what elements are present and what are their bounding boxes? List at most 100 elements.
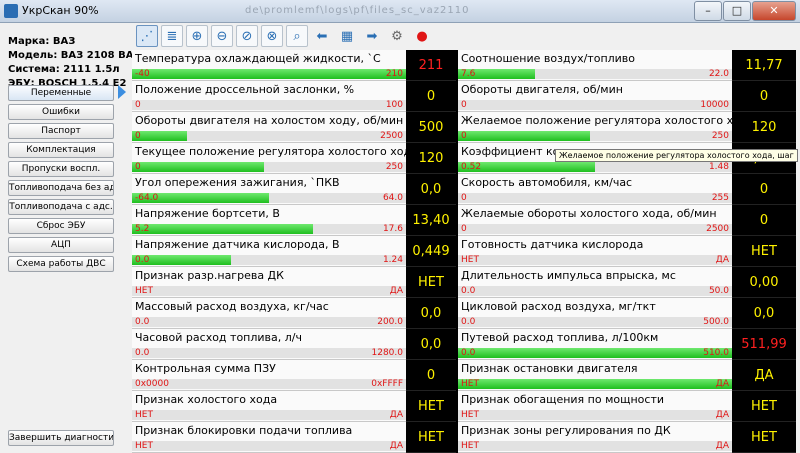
search-button[interactable]: ⌕ bbox=[286, 25, 308, 47]
range-min: 0.0 bbox=[135, 348, 150, 358]
parameter-row[interactable]: Напряжение бортсети, В 5.2 17.6 13,40 Желаем… bbox=[132, 205, 796, 236]
range-max: 250 bbox=[385, 162, 403, 172]
range-min: 0.0 bbox=[135, 317, 150, 327]
parameter-range-bar: НЕТ ДА bbox=[458, 441, 732, 451]
parameter-cell: Скорость автомобиля, км/час 0 255 bbox=[458, 174, 732, 205]
range-max: 1.24 bbox=[382, 255, 403, 265]
sidebar: Переменные Ошибки Паспорт Комплектация Пропу… bbox=[8, 85, 114, 275]
maximize-button[interactable]: □ bbox=[723, 1, 751, 21]
parameter-row[interactable]: Температура охлаждающей жидкости, `C -40 2… bbox=[132, 50, 796, 81]
active-section-arrow-icon bbox=[118, 85, 126, 99]
parameter-value: 500 bbox=[406, 112, 456, 143]
parameter-cell: Признак обогащения по мощности НЕТ ДА bbox=[458, 391, 732, 422]
parameter-range-bar: НЕТ ДА bbox=[132, 286, 406, 296]
parameter-row[interactable]: Массовый расход воздуха, кг/час 0.0 200.0 0… bbox=[132, 298, 796, 329]
parameter-range-bar: -40 210 bbox=[132, 69, 406, 79]
range-min: 0 bbox=[135, 100, 141, 110]
parameter-range-bar: 0 250 bbox=[458, 131, 732, 141]
close-button[interactable]: ✕ bbox=[752, 1, 796, 21]
range-max: 50.0 bbox=[708, 286, 729, 296]
parameter-range-bar: -64.0 64.0 bbox=[132, 193, 406, 203]
range-min: 7.6 bbox=[461, 69, 476, 79]
range-min: 0.0 bbox=[461, 348, 476, 358]
record-button[interactable]: ● bbox=[411, 25, 433, 47]
range-max: 100 bbox=[385, 100, 403, 110]
range-min: 0x0000 bbox=[135, 379, 169, 389]
range-min: НЕТ bbox=[461, 441, 479, 451]
table-button[interactable]: ▦ bbox=[336, 25, 358, 47]
sidebar-button[interactable]: Сброс ЭБУ bbox=[8, 218, 114, 234]
parameter-label: Напряжение бортсети, В bbox=[135, 207, 280, 220]
zoom-out-button[interactable]: ⊖ bbox=[211, 25, 233, 47]
sidebar-button[interactable]: Переменные bbox=[8, 85, 114, 101]
parameter-label: Напряжение датчика кислорода, В bbox=[135, 238, 340, 251]
chart-button[interactable]: ⋰ bbox=[136, 25, 158, 47]
zoom-in-icon: ⊕ bbox=[191, 28, 203, 44]
zoom-in-button[interactable]: ⊕ bbox=[186, 25, 208, 47]
range-max: 10000 bbox=[700, 100, 729, 110]
parameter-row[interactable]: Обороты двигателя на холостом ходу, об/м… bbox=[132, 112, 796, 143]
app-body: Марка: ВАЗ Модель: ВАЗ 2108 ВАЗ 210 Сист… bbox=[0, 23, 800, 453]
parameter-row[interactable]: Контрольная сумма ПЗУ 0x0000 0xFFFF 0 Призна… bbox=[132, 360, 796, 391]
parameter-cell: Температура охлаждающей жидкости, `C -40 2… bbox=[132, 50, 406, 81]
arrow-left-icon: ⬅ bbox=[316, 28, 328, 44]
parameter-row[interactable]: Признак блокировки подачи топлива НЕТ ДА НЕ… bbox=[132, 422, 796, 453]
range-fill bbox=[132, 69, 406, 79]
parameter-label: Контрольная сумма ПЗУ bbox=[135, 362, 276, 375]
parameter-row[interactable]: Положение дроссельной заслонки, % 0 100 0 Об… bbox=[132, 81, 796, 112]
range-min: 0 bbox=[135, 131, 141, 141]
parameter-range-bar: 5.2 17.6 bbox=[132, 224, 406, 234]
parameter-row[interactable]: Признак холостого хода НЕТ ДА НЕТ Признак об… bbox=[132, 391, 796, 422]
sidebar-button[interactable]: АЦП bbox=[8, 237, 114, 253]
parameter-range-bar: 0x0000 0xFFFF bbox=[132, 379, 406, 389]
parameter-row[interactable]: Часовой расход топлива, л/ч 0.0 1280.0 0,0 П… bbox=[132, 329, 796, 360]
parameter-value: НЕТ bbox=[406, 391, 456, 422]
parameter-value: 0 bbox=[406, 81, 456, 112]
parameter-value: ДА bbox=[732, 360, 796, 391]
parameter-range-bar: 0.0 1280.0 bbox=[132, 348, 406, 358]
parameter-value: НЕТ bbox=[406, 422, 456, 453]
parameter-range-bar: НЕТ ДА bbox=[458, 410, 732, 420]
list-button[interactable]: ≣ bbox=[161, 25, 183, 47]
parameter-cell: Соотношение воздух/топливо 7.6 22.0 bbox=[458, 50, 732, 81]
range-max: 2500 bbox=[380, 131, 403, 141]
parameter-label: Цикловой расход воздуха, мг/ткт bbox=[461, 300, 656, 313]
range-min: 0.52 bbox=[461, 162, 482, 172]
sidebar-button[interactable]: Пропуски воспл. bbox=[8, 161, 114, 177]
range-min: 0 bbox=[135, 162, 141, 172]
parameter-label: Положение дроссельной заслонки, % bbox=[135, 83, 355, 96]
parameter-range-bar: 7.6 22.0 bbox=[458, 69, 732, 79]
range-max: 0xFFFF bbox=[371, 379, 403, 389]
parameter-row[interactable]: Угол опережения зажигания, `ПКВ -64.0 64.0… bbox=[132, 174, 796, 205]
parameter-row[interactable]: Признак разр.нагрева ДК НЕТ ДА НЕТ Длительно… bbox=[132, 267, 796, 298]
parameter-cell: Готовность датчика кислорода НЕТ ДА bbox=[458, 236, 732, 267]
parameter-row[interactable]: Напряжение датчика кислорода, В 0.0 1.24 0,… bbox=[132, 236, 796, 267]
parameter-value: 0 bbox=[406, 360, 456, 391]
parameter-value: 0,0 bbox=[406, 298, 456, 329]
arrow-left-button[interactable]: ⬅ bbox=[311, 25, 333, 47]
sidebar-button[interactable]: Комплектация bbox=[8, 142, 114, 158]
app-icon bbox=[4, 4, 18, 18]
sidebar-button[interactable]: Топливоподача с адс. bbox=[8, 199, 114, 215]
parameter-label: Признак разр.нагрева ДК bbox=[135, 269, 284, 282]
parameter-range-bar: НЕТ ДА bbox=[132, 410, 406, 420]
sidebar-button[interactable]: Топливоподача без адс. bbox=[8, 180, 114, 196]
parameter-range-bar: НЕТ ДА bbox=[458, 379, 732, 389]
minimize-button[interactable]: – bbox=[694, 1, 722, 21]
range-max: ДА bbox=[715, 410, 729, 420]
zoom-fit-button[interactable]: ⊘ bbox=[236, 25, 258, 47]
range-fill bbox=[458, 131, 590, 141]
arrow-right-button[interactable]: ➡ bbox=[361, 25, 383, 47]
gear-button[interactable]: ⚙ bbox=[386, 25, 408, 47]
range-max: ДА bbox=[389, 441, 403, 451]
parameter-label: Массовый расход воздуха, кг/час bbox=[135, 300, 329, 313]
parameter-range-bar: 0.0 1.24 bbox=[132, 255, 406, 265]
range-max: 210 bbox=[385, 69, 403, 79]
sidebar-button[interactable]: Схема работы ДВС bbox=[8, 256, 114, 272]
zoom-reset-button[interactable]: ⊗ bbox=[261, 25, 283, 47]
sidebar-button[interactable]: Ошибки bbox=[8, 104, 114, 120]
sidebar-button[interactable]: Паспорт bbox=[8, 123, 114, 139]
range-max: ДА bbox=[715, 379, 729, 389]
finish-diagnostics-button[interactable]: Завершить диагностику bbox=[8, 430, 114, 446]
parameter-label: Часовой расход топлива, л/ч bbox=[135, 331, 302, 344]
